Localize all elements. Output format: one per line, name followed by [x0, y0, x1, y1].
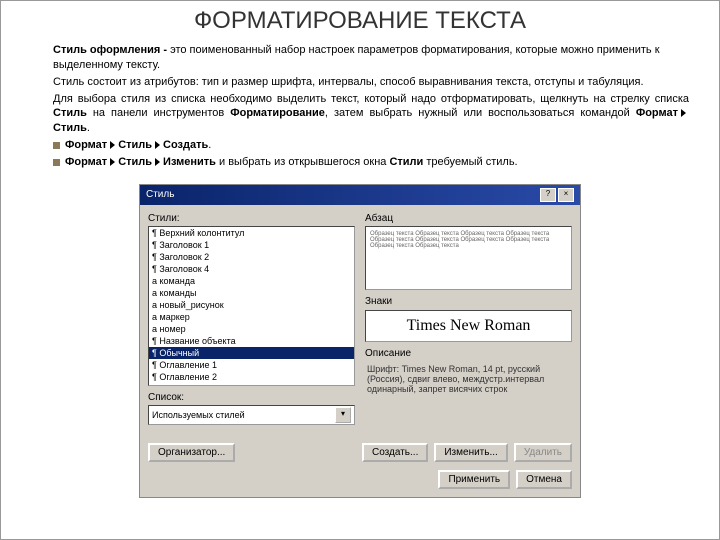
list-item[interactable]: a команда [149, 275, 354, 287]
list-item[interactable]: ¶ Обычный [149, 347, 354, 359]
list-item[interactable]: ¶ Название объекта [149, 335, 354, 347]
list-item[interactable]: a маркер [149, 311, 354, 323]
list-combo[interactable]: Используемых стилей ▾ [148, 405, 355, 425]
page-title: ФОРМАТИРОВАНИЕ ТЕКСТА [1, 7, 719, 35]
list-item[interactable]: ¶ Оглавление 2 [149, 371, 354, 383]
list-item[interactable]: ¶ Заголовок 1 [149, 239, 354, 251]
create-button[interactable]: Создать... [362, 443, 428, 462]
list-item[interactable]: a команды [149, 287, 354, 299]
arrow-icon [110, 141, 115, 149]
list-item[interactable]: ¶ Верхний колонтитул [149, 227, 354, 239]
chevron-down-icon[interactable]: ▾ [335, 407, 351, 423]
styles-label: Стили: [148, 213, 355, 224]
bullet-icon [53, 159, 60, 166]
list-label: Список: [148, 392, 355, 403]
list-item[interactable]: ¶ Заголовок 2 [149, 251, 354, 263]
paragraph-preview: Образец текста Образец текста Образец те… [365, 226, 572, 290]
body-text: Стиль оформления - это поименованный наб… [1, 43, 719, 180]
list-item[interactable]: a новый_рисунок [149, 299, 354, 311]
modify-button[interactable]: Изменить... [434, 443, 507, 462]
list-item[interactable]: a номер [149, 323, 354, 335]
close-button[interactable]: × [558, 188, 574, 202]
dialog-title: Стиль [146, 189, 174, 200]
arrow-icon [110, 158, 115, 166]
chars-label: Знаки [365, 296, 572, 307]
bullet-icon [53, 142, 60, 149]
arrow-icon [155, 141, 160, 149]
style-dialog: Стиль ? × Стили: ¶ Верхний колонтитул¶ З… [139, 184, 581, 498]
arrow-icon [155, 158, 160, 166]
description-text: Шрифт: Times New Roman, 14 pt, русский (… [365, 362, 572, 414]
list-item[interactable]: ¶ Оглавление 1 [149, 359, 354, 371]
titlebar: Стиль ? × [140, 185, 580, 205]
help-button[interactable]: ? [540, 188, 556, 202]
apply-button[interactable]: Применить [438, 470, 510, 489]
cancel-button[interactable]: Отмена [516, 470, 572, 489]
paragraph-label: Абзац [365, 213, 572, 224]
arrow-icon [681, 109, 686, 117]
list-item[interactable]: ¶ Заголовок 4 [149, 263, 354, 275]
delete-button[interactable]: Удалить [514, 443, 572, 462]
organizer-button[interactable]: Организатор... [148, 443, 235, 462]
font-preview: Times New Roman [365, 310, 572, 342]
styles-listbox[interactable]: ¶ Верхний колонтитул¶ Заголовок 1¶ Загол… [148, 226, 355, 386]
desc-label: Описание [365, 348, 572, 359]
